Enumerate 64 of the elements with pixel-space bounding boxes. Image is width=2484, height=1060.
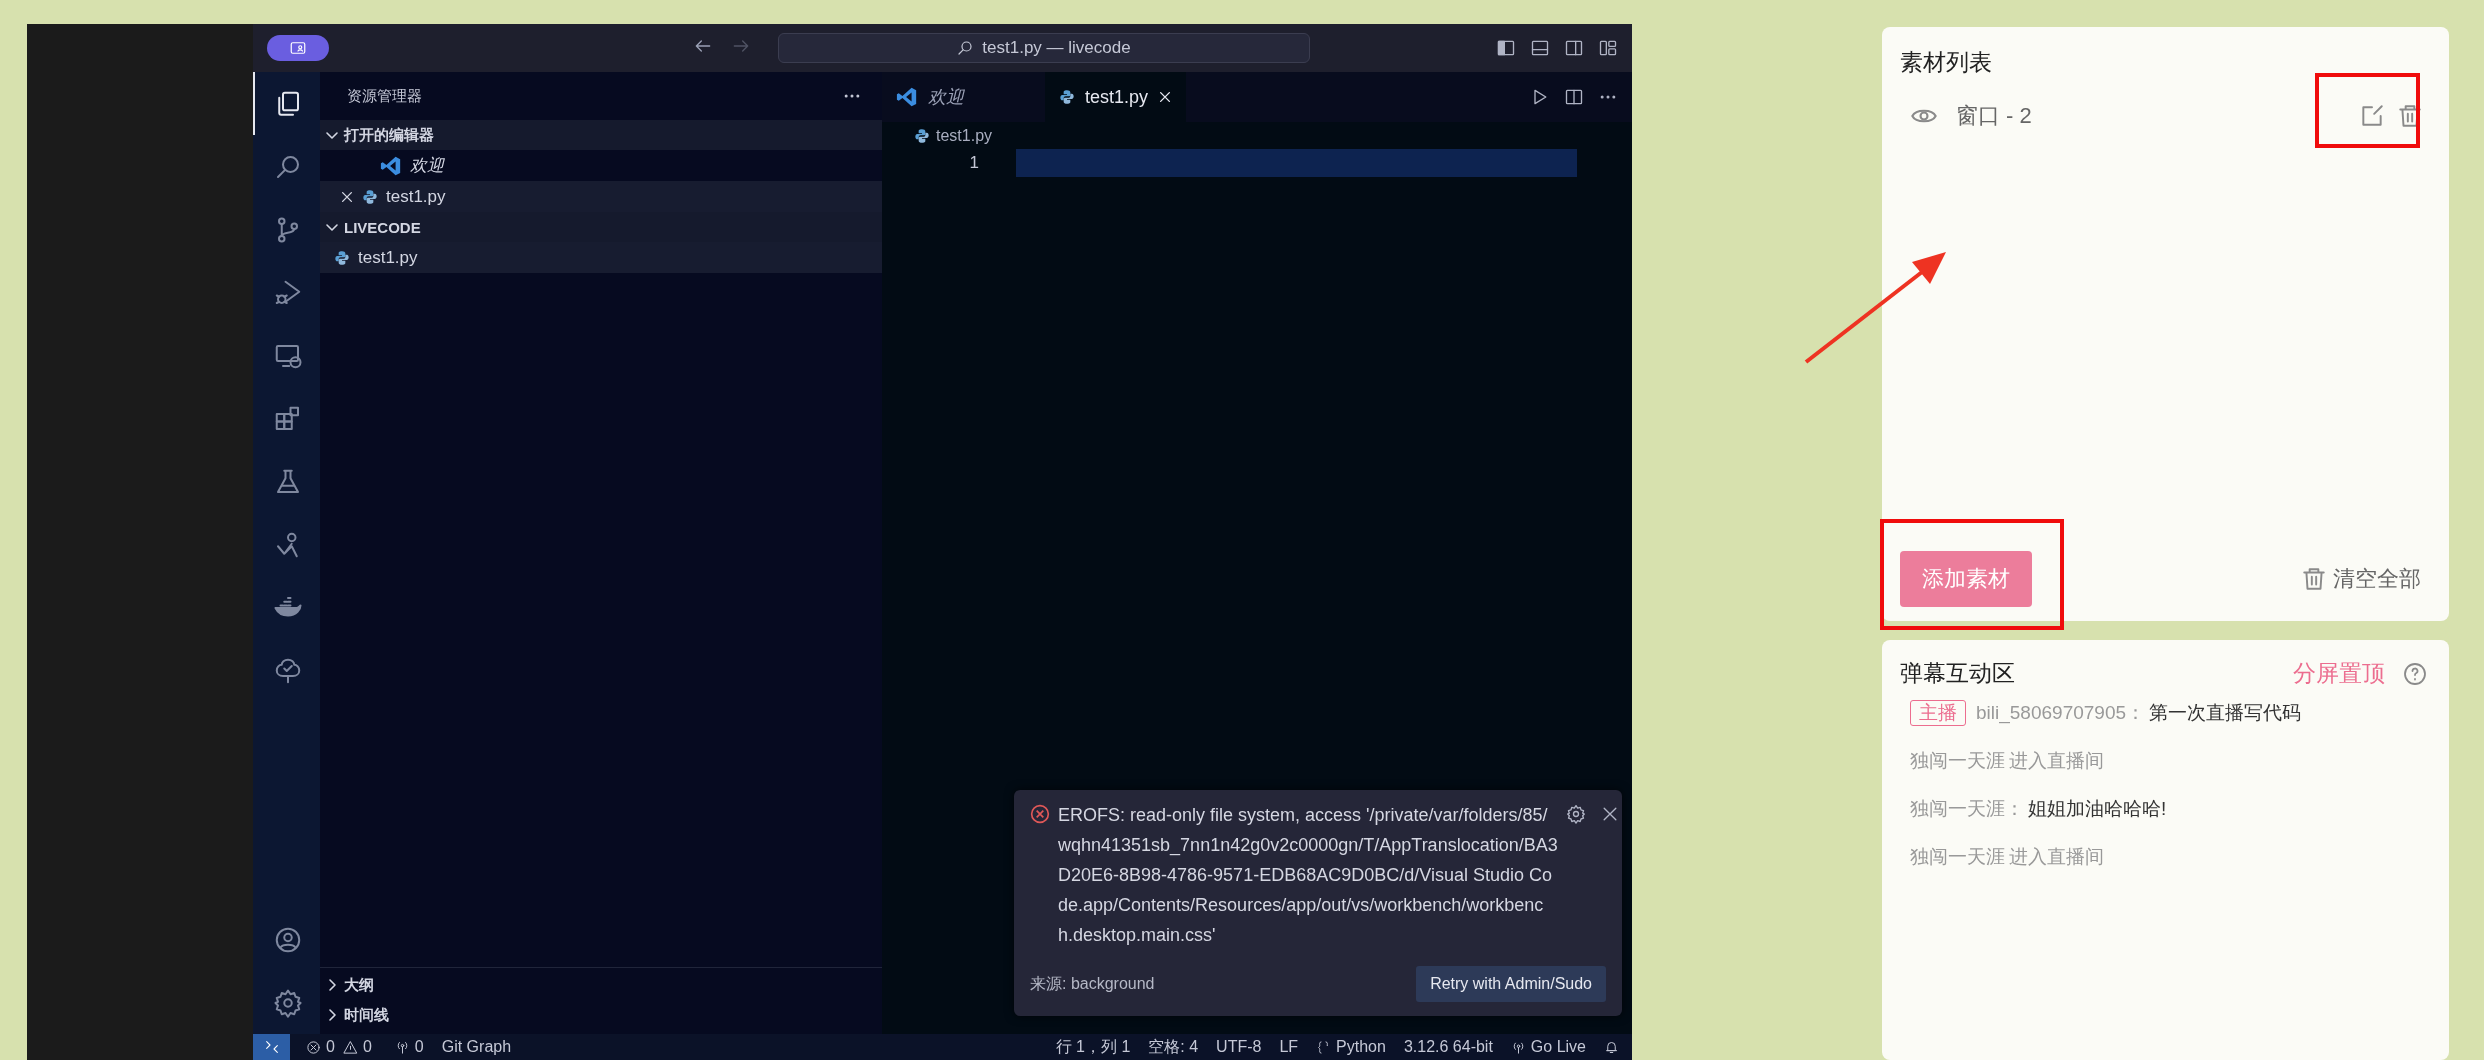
vscode-logo-icon <box>896 86 918 108</box>
secondary-sidebar-icon[interactable] <box>1564 38 1584 58</box>
file-row[interactable]: test1.py <box>320 181 882 212</box>
python-file-icon <box>334 249 350 266</box>
breadcrumb[interactable]: test1.py <box>882 122 1632 149</box>
card-title: 弹幕互动区 <box>1900 659 2015 688</box>
status-item[interactable]: LF <box>1270 1036 1308 1058</box>
error-message: EROFS: read-only file system, access '/private/var/folders/85/wqhn41351sb_7nn1n42g0v2c0000gn/T/AppTranslocation/BA3D20E6-8B98-4786-9571-EDB68AC9D0BC/d/Visual Studio Code.app/Contents/Resources/app/out/vs/workbench/workbench.desktop.main.css' <box>1058 804 1558 947</box>
bell-icon <box>1604 1039 1619 1055</box>
warning-icon <box>342 1039 358 1055</box>
status-item[interactable]: 0 <box>385 1038 433 1056</box>
python-file-icon <box>914 127 930 144</box>
command-search-field[interactable]: test1.py — livecode <box>777 33 1310 63</box>
clear-all-button[interactable]: 清空全部 <box>2295 563 2427 595</box>
line-number: 1 <box>968 153 979 173</box>
broadcast-icon <box>1510 1039 1526 1055</box>
split-editor-icon[interactable] <box>1564 87 1584 107</box>
status-item[interactable]: Python <box>1307 1036 1395 1058</box>
retry-button[interactable]: Retry with Admin/Sudo <box>1416 966 1606 1002</box>
sidebar-title: 资源管理器 <box>347 86 422 106</box>
layout-grid-icon[interactable] <box>1598 38 1618 58</box>
section-header[interactable]: 时间线 <box>320 1000 882 1030</box>
file-row[interactable]: test1.py <box>320 242 882 273</box>
close-icon[interactable] <box>340 189 354 204</box>
settings-icon[interactable] <box>1566 804 1586 824</box>
panel-layout-icon[interactable] <box>1530 38 1550 58</box>
status-item[interactable]: UTF-8 <box>1207 1036 1271 1058</box>
python-file-icon <box>1059 89 1075 105</box>
file-row[interactable]: 欢迎 <box>320 150 882 181</box>
python-file-icon <box>362 188 378 205</box>
enter-notice: 独闯一天涯 进入直播间 <box>1910 749 2105 773</box>
notification-source: 来源: background <box>1030 973 1155 994</box>
vscode-logo-icon <box>380 154 402 177</box>
card-title: 素材列表 <box>1900 48 1993 77</box>
status-item[interactable]: Go Live <box>1501 1036 1595 1058</box>
close-icon[interactable] <box>1158 90 1173 104</box>
chat-message: 主播 bili_58069707905： 第一次直播写代码 <box>1910 689 2427 737</box>
status-item[interactable]: 0 <box>342 1038 372 1056</box>
sidebar-layout-icon[interactable] <box>1496 38 1516 58</box>
status-item[interactable]: Git Graph <box>432 1038 521 1056</box>
section-header[interactable]: 打开的编辑器 <box>320 120 882 150</box>
remote-icon <box>263 1039 280 1055</box>
chat-message: 独闯一天涯： 姐姐加油哈哈哈! <box>1910 797 2168 821</box>
edit-icon[interactable] <box>2359 103 2385 129</box>
error-icon <box>306 1039 321 1055</box>
search-icon <box>956 39 975 57</box>
status-item[interactable]: 3.12.6 64-bit <box>1394 1036 1502 1058</box>
status-item[interactable]: 0 <box>306 1038 335 1056</box>
section-header[interactable]: LIVECODE <box>320 212 882 242</box>
material-name: 窗口 - 2 <box>1956 102 2032 130</box>
enter-notice: 独闯一天涯 进入直播间 <box>1910 845 2105 869</box>
trash-icon <box>2301 566 2327 592</box>
antenna-icon <box>394 1039 410 1055</box>
editor-tab[interactable]: test1.py <box>1045 72 1187 122</box>
account-card-icon <box>289 39 307 57</box>
editor-tab[interactable]: 欢迎 <box>882 72 1045 122</box>
help-icon[interactable] <box>2403 661 2427 686</box>
account-badge[interactable] <box>267 35 329 61</box>
delete-icon[interactable] <box>2397 103 2423 129</box>
status-item[interactable]: 行 1，列 1 <box>1046 1036 1140 1058</box>
error-icon <box>1030 804 1050 824</box>
status-item[interactable]: 空格: 4 <box>1139 1036 1208 1058</box>
settings-icon[interactable] <box>272 987 303 1018</box>
section-header[interactable]: 大纲 <box>320 970 882 1000</box>
